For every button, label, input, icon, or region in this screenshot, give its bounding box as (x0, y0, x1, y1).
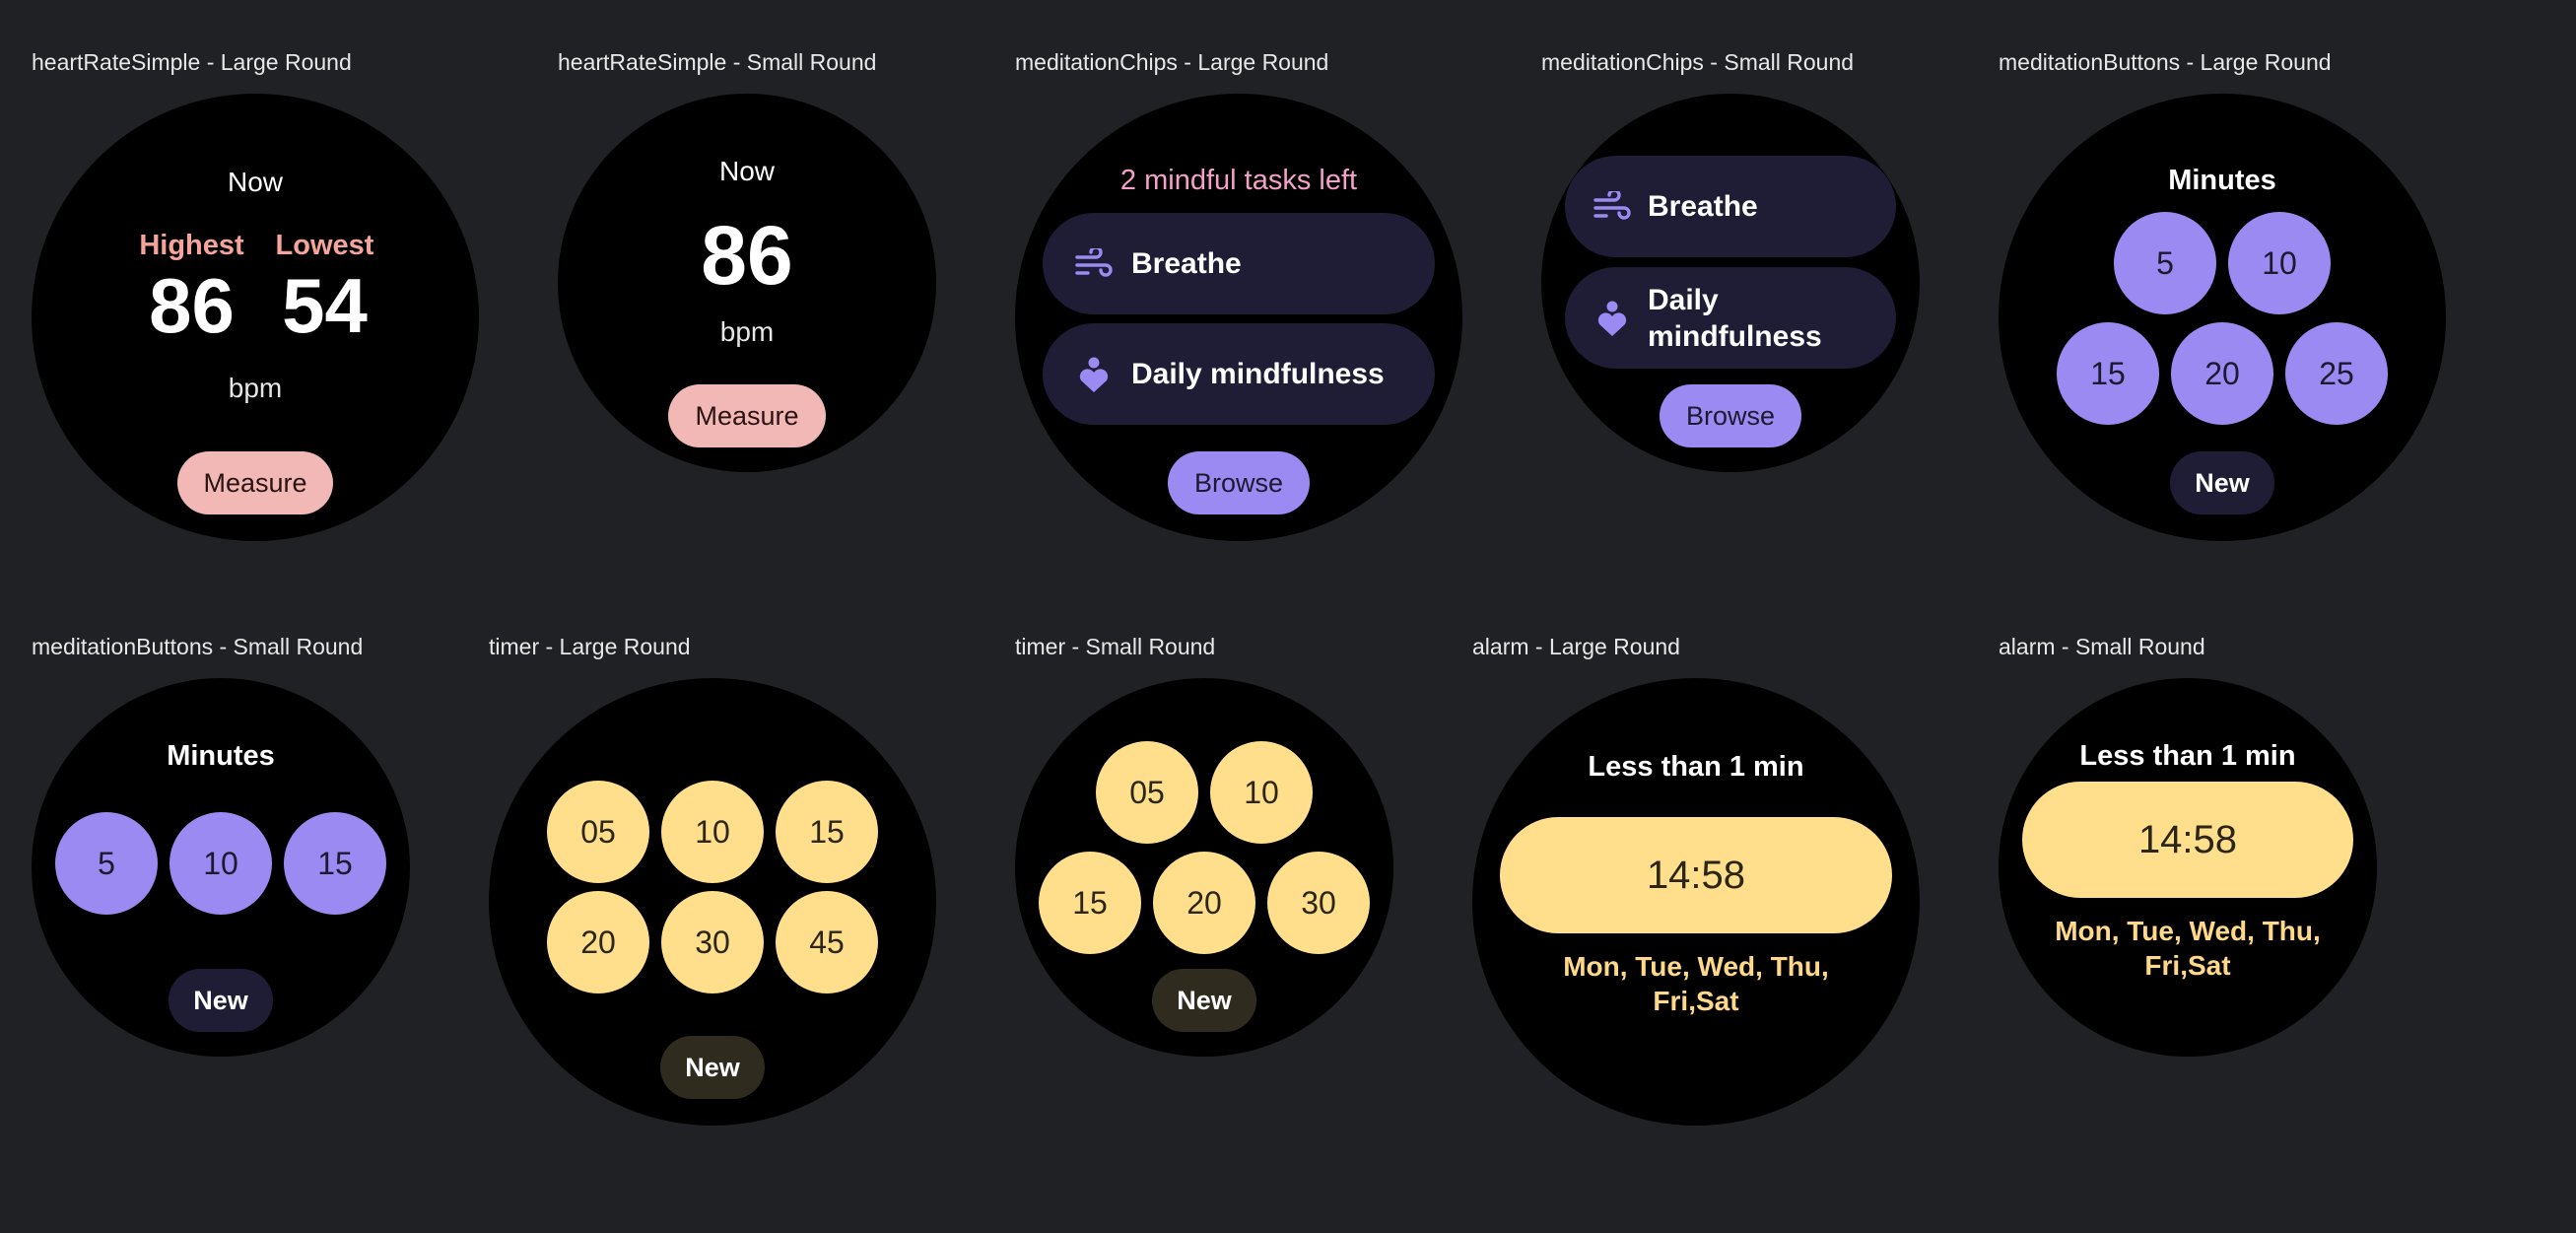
timer-button-45[interactable]: 45 (776, 891, 878, 993)
preview-label: meditationChips - Large Round (1015, 49, 1329, 75)
timer-button-20[interactable]: 20 (547, 891, 649, 993)
chip-label-line: Daily (1648, 283, 1719, 316)
alarm-days-line: Fri,Sat (2144, 950, 2231, 981)
watch-face-chips-large: 2 mindful tasks left Breathe Daily mindf… (1015, 94, 1462, 541)
lowest-value: 54 (282, 262, 368, 349)
new-button[interactable]: New (169, 969, 273, 1032)
meditation-person-icon (1591, 300, 1634, 337)
minutes-button-10[interactable]: 10 (2228, 212, 2331, 314)
timer-button-20[interactable]: 20 (1153, 852, 1255, 954)
alarm-title: Less than 1 min (2079, 740, 2296, 772)
alarm-time-chip[interactable]: 14:58 (2022, 782, 2353, 898)
timer-button-15[interactable]: 15 (1039, 852, 1141, 954)
minutes-button-20[interactable]: 20 (2171, 322, 2273, 425)
watch-face-heart-large: Now Highest Lowest 86 54 bpm Measure (32, 94, 479, 541)
chip-label: Daily mindfulness (1131, 357, 1385, 390)
meditation-person-icon (1072, 356, 1116, 393)
chip-label: Breathe (1131, 246, 1242, 280)
lowest-label: Lowest (275, 230, 374, 261)
wind-icon (1072, 247, 1116, 280)
chip-breathe[interactable]: Breathe (1043, 213, 1435, 314)
timer-button-30[interactable]: 30 (661, 891, 764, 993)
preview-label: meditationButtons - Large Round (1999, 49, 2332, 75)
chip-label: Breathe (1648, 189, 1758, 223)
watch-face-heart-small: Now 86 bpm Measure (558, 94, 936, 472)
chip-daily-mindfulness[interactable]: Daily mindfulness (1565, 267, 1896, 369)
browse-button[interactable]: Browse (1168, 451, 1310, 514)
timer-button-30[interactable]: 30 (1267, 852, 1370, 954)
preview-label: alarm - Small Round (1999, 634, 2205, 659)
minutes-title: Minutes (2168, 165, 2276, 196)
now-label: Now (227, 167, 283, 197)
new-button[interactable]: New (1152, 969, 1256, 1032)
new-button[interactable]: New (2170, 451, 2274, 514)
watch-face-alarm-large: Less than 1 min 14:58 Mon, Tue, Wed, Thu… (1472, 678, 1920, 1126)
highest-label: Highest (139, 230, 244, 261)
measure-button[interactable]: Measure (668, 384, 826, 447)
minutes-button-10[interactable]: 10 (169, 812, 272, 915)
preview-label: timer - Large Round (489, 634, 691, 659)
chip-breathe[interactable]: Breathe (1565, 156, 1896, 257)
watch-face-chips-small: Breathe Daily mindfulness Browse (1541, 94, 1920, 472)
alarm-title: Less than 1 min (1588, 751, 1804, 783)
chip-label-line: mindfulness (1648, 319, 1822, 353)
preview-label: alarm - Large Round (1472, 634, 1680, 659)
minutes-button-25[interactable]: 25 (2285, 322, 2388, 425)
alarm-time-chip[interactable]: 14:58 (1500, 817, 1892, 933)
alarm-days-line: Mon, Tue, Wed, Thu, (1563, 951, 1829, 982)
timer-button-05[interactable]: 05 (547, 781, 649, 883)
preview-label: meditationChips - Small Round (1541, 49, 1855, 75)
new-button[interactable]: New (660, 1036, 765, 1099)
measure-button[interactable]: Measure (177, 451, 333, 514)
preview-label: heartRateSimple - Large Round (32, 49, 352, 75)
minutes-button-5[interactable]: 5 (2114, 212, 2216, 314)
browse-button[interactable]: Browse (1660, 384, 1801, 447)
wind-icon (1591, 190, 1634, 223)
timer-button-15[interactable]: 15 (776, 781, 878, 883)
minutes-button-15[interactable]: 15 (2057, 322, 2159, 425)
minutes-button-5[interactable]: 5 (55, 812, 158, 915)
heart-rate-value: 86 (701, 209, 793, 302)
tasks-left-text: 2 mindful tasks left (1119, 165, 1358, 196)
now-label: Now (718, 156, 775, 186)
minutes-button-15[interactable]: 15 (284, 812, 386, 915)
watch-face-buttons-small: Minutes 5 10 15 New (32, 678, 410, 1057)
bpm-unit: bpm (719, 316, 775, 347)
highest-value: 86 (149, 262, 235, 349)
watch-face-timer-small: 05 10 15 20 30 New (1015, 678, 1393, 1057)
timer-button-05[interactable]: 05 (1096, 741, 1198, 844)
alarm-days-line: Mon, Tue, Wed, Thu, (2055, 916, 2321, 946)
minutes-title: Minutes (167, 740, 275, 772)
alarm-days-line: Fri,Sat (1653, 986, 1739, 1016)
preview-label: meditationButtons - Small Round (32, 634, 364, 659)
preview-label: heartRateSimple - Small Round (558, 49, 877, 75)
chip-label: Daily mindfulness (1648, 282, 1822, 355)
timer-button-10[interactable]: 10 (1210, 741, 1313, 844)
watch-face-alarm-small: Less than 1 min 14:58 Mon, Tue, Wed, Thu… (1999, 678, 2377, 1057)
preview-label: timer - Small Round (1015, 634, 1216, 659)
watch-face-timer-large: 05 10 15 20 30 45 New (489, 678, 936, 1126)
timer-button-10[interactable]: 10 (661, 781, 764, 883)
chip-daily-mindfulness[interactable]: Daily mindfulness (1043, 323, 1435, 425)
bpm-unit: bpm (228, 373, 283, 403)
watch-face-buttons-large: Minutes 5 10 15 20 25 New (1999, 94, 2446, 541)
